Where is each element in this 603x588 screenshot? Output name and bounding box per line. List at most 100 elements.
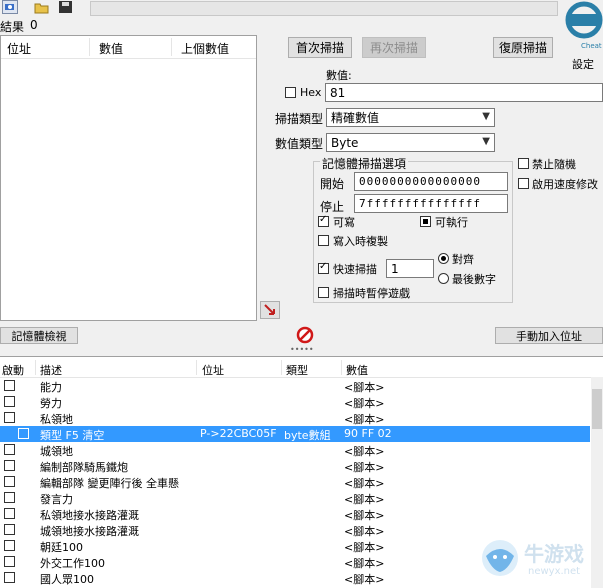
memory-view-button[interactable]: 記憶體檢視 xyxy=(0,327,78,344)
stop-label: 停止 xyxy=(320,200,345,214)
undo-scan-button[interactable]: 復原掃描 xyxy=(493,37,553,58)
splitter[interactable]: ••••• xyxy=(0,345,603,355)
row-value: <腳本> xyxy=(344,461,385,474)
row-value: <腳本> xyxy=(344,541,385,554)
hex-checkbox[interactable] xyxy=(285,87,296,98)
cheat-table-header: 啟動 描述 位址 類型 數值 xyxy=(0,357,603,378)
executable-label: 可執行 xyxy=(435,216,468,229)
row-description: 城領地接水接路灌溉 xyxy=(40,525,139,538)
settings-link[interactable]: 設定 xyxy=(572,56,594,72)
row-description: 外交工作100 xyxy=(40,557,105,570)
table-row[interactable]: 編制部隊騎馬鐵炮 <腳本> xyxy=(0,458,590,474)
active-checkbox[interactable] xyxy=(4,444,15,455)
fast-scan-checkbox[interactable] xyxy=(318,261,329,274)
table-row[interactable]: 編輯部隊 變更陣行後 全車懸 <腳本> xyxy=(0,474,590,490)
first-scan-button[interactable]: 首次掃描 xyxy=(288,37,352,58)
active-checkbox[interactable] xyxy=(4,380,15,391)
copy-on-write-checkbox[interactable] xyxy=(318,235,329,246)
table-row[interactable]: 城領地 <腳本> xyxy=(0,442,590,458)
active-checkbox[interactable] xyxy=(4,556,15,567)
scan-type-select[interactable]: 精確數值 ▼ xyxy=(326,108,495,127)
chevron-down-icon: ▼ xyxy=(482,136,490,147)
table-row[interactable]: 類型 F5 清空 P->22CBC05F byte數組 90 FF 02 xyxy=(0,426,590,442)
toolbar xyxy=(0,0,603,18)
process-icon[interactable] xyxy=(2,0,18,14)
table-row[interactable]: 發言力 <腳本> xyxy=(0,490,590,506)
stop-address-input[interactable]: 7fffffffffffffff xyxy=(354,194,508,213)
col-type[interactable]: 類型 xyxy=(286,362,308,378)
value-input[interactable]: 81 xyxy=(325,83,603,102)
memory-options-title: 記憶體掃描選項 xyxy=(320,155,409,172)
speedhack-label: 啟用速度修改 xyxy=(532,178,598,191)
col-address[interactable]: 位址 xyxy=(7,40,31,57)
svg-text:Cheat Engine: Cheat Engine xyxy=(581,42,603,50)
row-description: 編輯部隊 變更陣行後 全車懸 xyxy=(40,477,179,490)
active-checkbox[interactable] xyxy=(4,492,15,503)
value-type-label: 數值類型 xyxy=(275,137,324,151)
scan-type-value: 精確數值 xyxy=(331,111,380,125)
active-checkbox[interactable] xyxy=(4,412,15,423)
table-row[interactable]: 私領地 <腳本> xyxy=(0,410,590,426)
fast-scan-label: 快速掃描 xyxy=(333,263,377,276)
add-to-list-arrow-icon[interactable] xyxy=(260,301,280,319)
start-address-input[interactable]: 0000000000000000 xyxy=(354,172,508,191)
executable-checkbox[interactable] xyxy=(420,216,431,227)
add-address-manually-button[interactable]: 手動加入位址 xyxy=(495,327,603,344)
active-checkbox[interactable] xyxy=(4,524,15,535)
table-row[interactable]: 勞力 <腳本> xyxy=(0,394,590,410)
active-checkbox[interactable] xyxy=(4,460,15,471)
value-label: 數值: xyxy=(326,69,352,82)
row-value: <腳本> xyxy=(344,509,385,522)
active-checkbox[interactable] xyxy=(18,428,29,439)
col-active[interactable]: 啟動 xyxy=(2,362,24,378)
speedhack-checkbox[interactable] xyxy=(518,178,529,189)
results-count: 0 xyxy=(30,18,38,32)
col-address[interactable]: 位址 xyxy=(202,362,224,378)
pause-game-checkbox[interactable] xyxy=(318,287,329,298)
active-checkbox[interactable] xyxy=(4,508,15,519)
row-description: 編制部隊騎馬鐵炮 xyxy=(40,461,128,474)
cheat-engine-logo[interactable]: Cheat Engine xyxy=(560,0,603,52)
save-icon[interactable] xyxy=(58,0,74,14)
col-value[interactable]: 數值 xyxy=(99,40,123,57)
no-random-checkbox[interactable] xyxy=(518,158,529,169)
row-value: <腳本> xyxy=(344,381,385,394)
active-checkbox[interactable] xyxy=(4,540,15,551)
found-list-header: 位址 數值 上個數值 xyxy=(1,36,256,59)
watermark-text: 牛游戏 xyxy=(524,542,584,566)
copy-on-write-label: 寫入時複製 xyxy=(333,235,388,248)
row-description: 發言力 xyxy=(40,493,73,506)
stop-icon[interactable] xyxy=(296,326,314,344)
writable-checkbox[interactable] xyxy=(318,214,329,227)
row-value: 90 FF 02 xyxy=(344,427,392,440)
value-type-select[interactable]: Byte ▼ xyxy=(326,133,495,152)
row-description: 能力 xyxy=(40,381,62,394)
row-description: 類型 F5 清空 xyxy=(40,429,105,442)
col-value[interactable]: 數值 xyxy=(346,362,368,378)
active-checkbox[interactable] xyxy=(4,396,15,407)
active-checkbox[interactable] xyxy=(4,572,15,583)
pause-game-label: 掃描時暫停遊戲 xyxy=(333,287,410,300)
alignment-label: 對齊 xyxy=(452,253,474,266)
alignment-radio[interactable] xyxy=(438,253,449,264)
table-row[interactable]: 能力 <腳本> xyxy=(0,378,590,394)
row-description: 私領地接水接路灌溉 xyxy=(40,509,139,522)
col-description[interactable]: 描述 xyxy=(40,362,62,378)
row-value: <腳本> xyxy=(344,493,385,506)
found-address-list[interactable]: 位址 數值 上個數值 xyxy=(0,35,257,321)
active-checkbox[interactable] xyxy=(4,476,15,487)
table-row[interactable]: 私領地接水接路灌溉 <腳本> xyxy=(0,506,590,522)
fast-scan-input[interactable]: 1 xyxy=(386,259,434,278)
next-scan-button[interactable]: 再次掃描 xyxy=(362,37,426,58)
results-label: 結果 xyxy=(0,20,25,34)
value-type-value: Byte xyxy=(331,135,359,150)
row-description: 勞力 xyxy=(40,397,62,410)
col-prev-value[interactable]: 上個數值 xyxy=(181,40,229,57)
open-icon[interactable] xyxy=(34,0,50,14)
hex-label: Hex xyxy=(300,86,322,99)
row-value: <腳本> xyxy=(344,413,385,426)
row-value: <腳本> xyxy=(344,557,385,570)
last-digits-radio[interactable] xyxy=(438,273,449,284)
watermark-sub: newyx.net xyxy=(528,566,581,577)
process-title-bar xyxy=(90,1,558,16)
